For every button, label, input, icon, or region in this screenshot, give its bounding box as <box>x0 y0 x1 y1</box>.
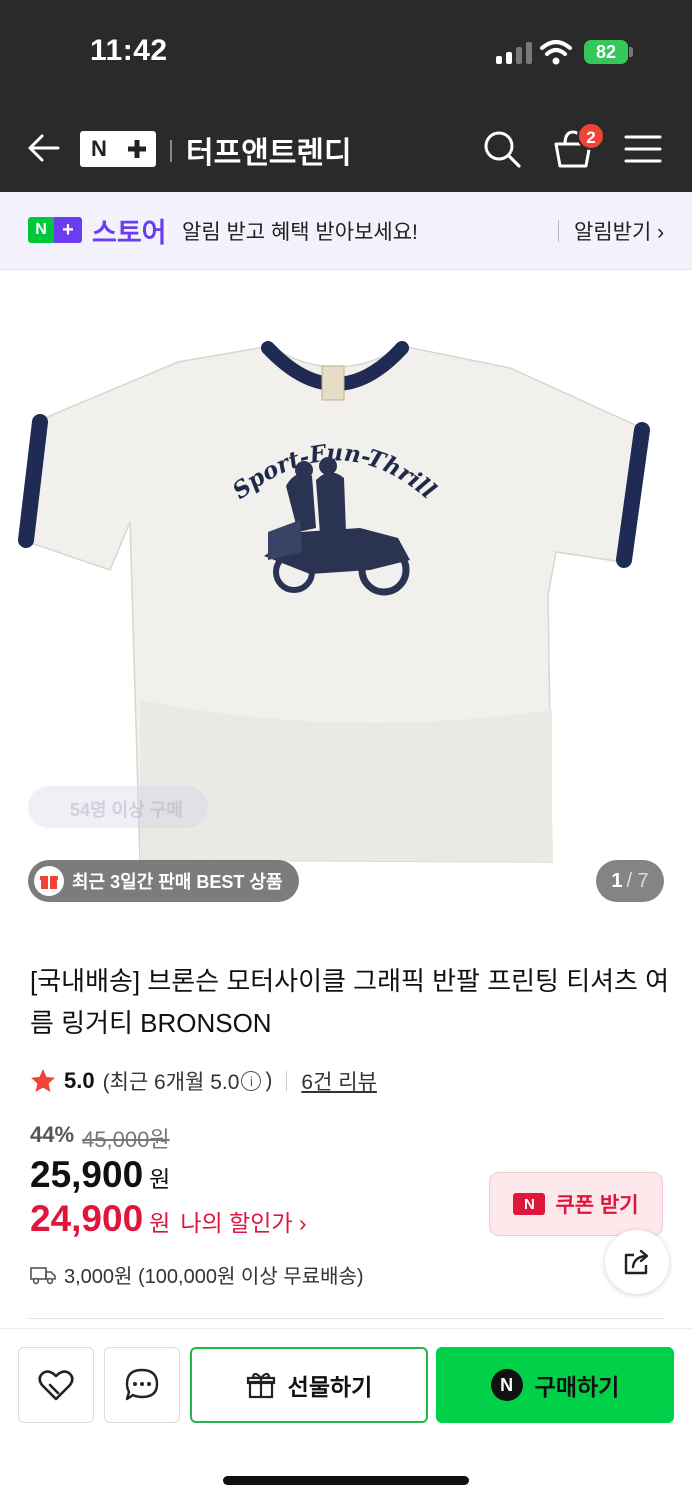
notify-subscribe-link[interactable]: 알림받기 › <box>574 216 664 246</box>
sale-price-unit: 원 <box>149 1166 171 1192</box>
info-icon[interactable]: i <box>241 1071 262 1091</box>
mini-plus-icon: + <box>54 217 82 243</box>
rating-row: 5.0 (최근 6개월 5.0 i ) 6건 리뷰 <box>30 1066 377 1096</box>
gift-label: 선물하기 <box>287 1374 373 1400</box>
back-arrow-icon[interactable] <box>26 130 62 166</box>
share-button[interactable] <box>605 1230 669 1294</box>
shipping-text: 3,000원 (100,000원 이상 무료배송) <box>64 1266 364 1288</box>
rating-sub-close: ) <box>265 1069 273 1092</box>
discount-rate: 44% <box>30 1122 75 1147</box>
coupon-button[interactable]: N 쿠폰 받기 <box>489 1172 663 1236</box>
section-divider <box>28 1318 664 1319</box>
coupon-n-icon: N <box>513 1193 546 1215</box>
gift-icon <box>246 1372 275 1399</box>
share-icon <box>624 1249 649 1275</box>
my-discount-price[interactable]: 24,900 원 나의 할인가 › <box>30 1198 307 1240</box>
rating-subtext: (최근 6개월 5.0 i ) <box>103 1066 273 1096</box>
best-badge-text: 최근 3일간 판매 BEST 상품 <box>72 872 283 892</box>
best-badge: 최근 3일간 판매 BEST 상품 <box>28 860 299 902</box>
gift-button[interactable]: 선물하기 <box>190 1347 428 1423</box>
status-bar: 11:42 82 <box>0 0 692 104</box>
my-price-label: 나의 할인가 › <box>180 1210 307 1236</box>
rating-value: 5.0 <box>64 1068 95 1093</box>
wifi-icon <box>540 40 572 65</box>
logo-n: N <box>91 136 107 161</box>
gift-box-icon <box>34 866 64 896</box>
plus-icon <box>118 131 156 167</box>
rating-divider <box>286 1071 288 1091</box>
notify-message: 알림 받고 혜택 받아보세요! <box>182 221 418 244</box>
purchase-count-chip: 54명 이상 구매 <box>28 786 208 828</box>
sale-price-value: 25,900 <box>30 1154 144 1195</box>
truck-icon <box>30 1266 56 1284</box>
wishlist-button[interactable] <box>18 1347 94 1423</box>
notification-banner[interactable]: N + 스토어 알림 받고 혜택 받아보세요! 알림받기 › <box>0 192 692 270</box>
my-price-value: 24,900 <box>30 1198 144 1239</box>
chat-bubble-icon <box>125 1368 159 1401</box>
purchase-count-text: 54명 이상 구매 <box>70 800 183 820</box>
image-page-counter: 1 / 7 <box>596 860 664 902</box>
naver-plus-logo[interactable]: N <box>80 131 156 167</box>
original-price: 45,000원 <box>82 1127 170 1152</box>
star-icon <box>31 1069 55 1092</box>
buy-button[interactable]: N 구매하기 <box>436 1347 674 1423</box>
talk-button[interactable] <box>104 1347 180 1423</box>
store-label: 스토어 <box>92 218 167 248</box>
review-count-link[interactable]: 6건 리뷰 <box>301 1066 376 1096</box>
store-name[interactable]: 터프앤트렌디 <box>186 128 352 172</box>
naver-pay-icon: N <box>490 1369 523 1401</box>
nav-divider <box>170 140 172 162</box>
heart-icon <box>38 1370 74 1401</box>
rating-sub-text: (최근 6개월 5.0 <box>102 1071 240 1094</box>
naver-plus-mini-logo: N + <box>28 217 84 243</box>
product-title: [국내배송] 브론슨 모터사이클 그래픽 반팔 프린팅 티셔츠 여름 링거티 B… <box>30 966 670 1038</box>
battery-nub <box>629 47 633 57</box>
signal-icon <box>496 40 532 64</box>
product-image-carousel[interactable]: Sport-Fun-Thrills! 54명 이상 구매 최근 3일간 판매 B… <box>0 249 692 920</box>
cart-count-badge: 2 <box>577 122 605 150</box>
sale-price: 25,900 원 <box>30 1154 170 1196</box>
search-icon[interactable] <box>482 129 522 169</box>
home-indicator[interactable] <box>223 1476 469 1485</box>
status-time: 11:42 <box>90 34 168 67</box>
discount-row: 44% 45,000원 <box>30 1122 170 1154</box>
coupon-label: 쿠폰 받기 <box>555 1194 639 1217</box>
my-price-unit: 원 <box>149 1210 171 1236</box>
battery-icon: 82 <box>584 40 628 64</box>
menu-icon[interactable] <box>624 134 662 164</box>
bottom-action-bar: 선물하기 N 구매하기 <box>0 1328 692 1500</box>
page-total: / 7 <box>626 869 649 892</box>
page-current: 1 <box>611 869 623 892</box>
buy-label: 구매하기 <box>534 1374 620 1400</box>
notify-divider <box>558 220 559 242</box>
shipping-info: 3,000원 (100,000원 이상 무료배송) <box>30 1260 364 1289</box>
mini-logo-n: N <box>28 217 54 243</box>
